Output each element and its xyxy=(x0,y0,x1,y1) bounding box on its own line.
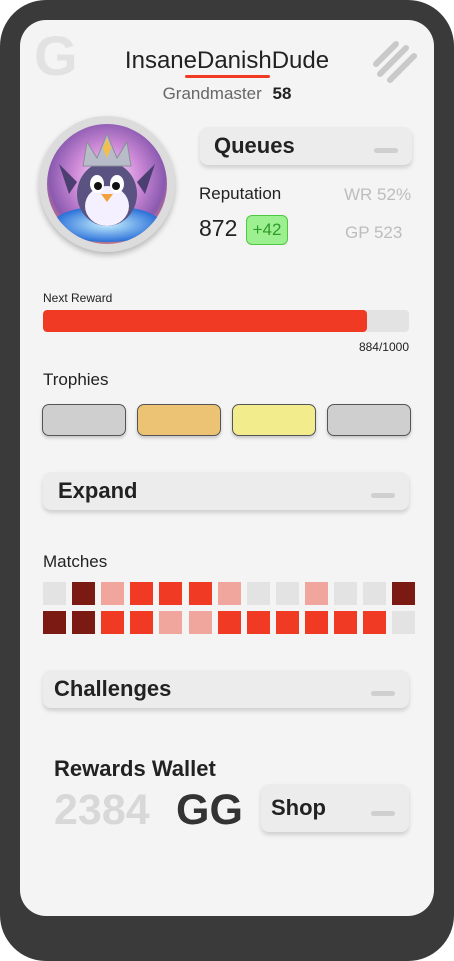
rewards-wallet-label: Rewards Wallet xyxy=(54,756,216,781)
avatar[interactable] xyxy=(39,116,175,252)
match-cell-dark[interactable] xyxy=(43,611,66,634)
match-cell-light[interactable] xyxy=(304,582,328,605)
match-cell-red[interactable] xyxy=(363,611,387,634)
match-cell-dark[interactable] xyxy=(72,611,96,634)
match-cell-dark[interactable] xyxy=(392,582,416,605)
wallet-amount: 2384 xyxy=(54,786,150,834)
collapse-icon xyxy=(371,811,395,816)
penguin-avatar-icon xyxy=(47,124,167,244)
match-cell-empty[interactable] xyxy=(43,582,66,605)
match-cell-dark[interactable] xyxy=(72,582,96,605)
match-cell-empty[interactable] xyxy=(246,582,270,605)
match-cell-empty[interactable] xyxy=(392,611,416,634)
trophy-bronze-badge[interactable] xyxy=(137,404,221,436)
expand-button[interactable]: Expand xyxy=(43,472,409,510)
username-underline xyxy=(185,75,270,78)
profile-screen: G InsaneDanishDude Grandmaster 58 Queues… xyxy=(20,20,434,916)
queues-button[interactable]: Queues xyxy=(200,127,412,165)
match-cell-red[interactable] xyxy=(217,611,241,634)
match-cell-red[interactable] xyxy=(334,611,357,634)
match-cell-red[interactable] xyxy=(246,611,270,634)
match-cell-red[interactable] xyxy=(101,611,125,634)
rank-name: Grandmaster xyxy=(162,84,262,103)
reputation-label: Reputation xyxy=(199,184,282,203)
collapse-icon xyxy=(371,493,395,498)
games-played-stat: GP 523 xyxy=(345,223,403,242)
matches-label: Matches xyxy=(43,552,108,571)
match-cell-light[interactable] xyxy=(188,611,212,634)
trophy-silver-2-badge[interactable] xyxy=(327,404,411,436)
reputation-delta-badge: +42 xyxy=(246,215,288,245)
username: InsaneDanishDude xyxy=(124,47,330,74)
next-reward-label: Next Reward xyxy=(43,291,113,305)
trophy-gold-badge[interactable] xyxy=(232,404,316,436)
challenges-button-label: Challenges xyxy=(54,676,172,701)
rank-row: Grandmaster 58 xyxy=(20,84,434,104)
shop-button-label: Shop xyxy=(271,795,326,820)
match-cell-red[interactable] xyxy=(130,611,154,634)
wallet-currency: GG xyxy=(176,786,243,834)
match-cell-light[interactable] xyxy=(217,582,241,605)
queues-button-label: Queues xyxy=(214,133,295,158)
match-cell-red[interactable] xyxy=(130,582,154,605)
reputation-value: 872 xyxy=(199,215,238,241)
shop-button[interactable]: Shop xyxy=(261,784,409,832)
trophies-label: Trophies xyxy=(43,370,109,389)
match-cell-red[interactable] xyxy=(304,611,328,634)
next-reward-progress-bar xyxy=(43,310,409,332)
next-reward-progress-fill xyxy=(43,310,367,332)
match-cell-empty[interactable] xyxy=(363,582,387,605)
winrate-stat: WR 52% xyxy=(344,185,412,204)
match-cell-red[interactable] xyxy=(275,611,299,634)
collapse-icon xyxy=(371,691,395,696)
device-frame: G InsaneDanishDude Grandmaster 58 Queues… xyxy=(0,0,454,961)
collapse-icon xyxy=(374,148,398,153)
match-cell-light[interactable] xyxy=(159,611,183,634)
match-cell-empty[interactable] xyxy=(334,582,357,605)
match-cell-red[interactable] xyxy=(159,582,183,605)
challenges-button[interactable]: Challenges xyxy=(43,670,409,708)
match-cell-red[interactable] xyxy=(188,582,212,605)
next-reward-progress-text: 884/1000 xyxy=(358,340,409,354)
match-cell-empty[interactable] xyxy=(275,582,299,605)
match-cell-light[interactable] xyxy=(101,582,125,605)
expand-button-label: Expand xyxy=(58,478,138,503)
rank-level: 58 xyxy=(272,84,292,103)
trophy-silver-badge[interactable] xyxy=(42,404,126,436)
